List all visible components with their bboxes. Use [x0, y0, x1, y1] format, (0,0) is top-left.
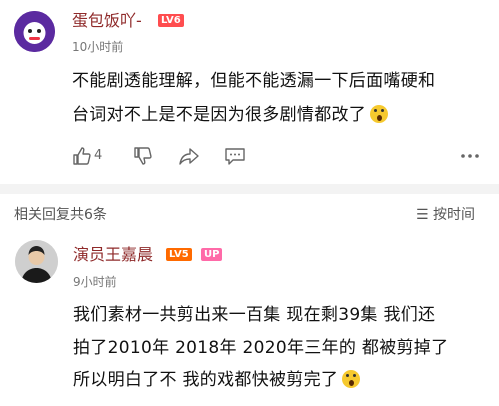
like-count: 4	[94, 148, 103, 163]
comment-text-line: 不能剧透能理解，但能不能透漏一下后面嘴硬和	[72, 71, 436, 91]
crying-shocked-emoji-icon	[342, 370, 361, 388]
avatar[interactable]	[14, 11, 55, 52]
section-divider	[0, 184, 499, 194]
level-badge: LV6	[158, 14, 184, 27]
comment-timestamp: 10小时前	[72, 40, 124, 54]
shocked-emoji-icon	[370, 105, 389, 123]
replies-count-header: 相关回复共6条	[14, 207, 107, 223]
reply-username[interactable]: 演员王嘉晨	[73, 245, 153, 265]
comment-text-line: 台词对不上是不是因为很多剧情都改了	[72, 101, 389, 129]
sort-label: 按时间	[433, 207, 476, 223]
thumb-up-icon[interactable]	[72, 146, 92, 172]
comment-icon[interactable]	[224, 146, 246, 172]
reply-text-line: 我们素材一共剪出来一百集 现在剩39集 我们还	[73, 305, 436, 325]
more-icon[interactable]	[459, 146, 481, 172]
avatar[interactable]	[15, 240, 58, 283]
sort-icon: ☰	[416, 207, 434, 223]
thumb-down-icon[interactable]	[133, 146, 153, 172]
share-icon[interactable]	[178, 146, 200, 172]
sort-toggle[interactable]: ☰ 按时间	[416, 206, 475, 224]
reply-text-line-content: 所以明白了不 我的戏都快被剪完了	[73, 370, 339, 390]
comment-text-line-content: 台词对不上是不是因为很多剧情都改了	[72, 105, 367, 125]
up-badge: UP	[201, 248, 223, 261]
comment-username[interactable]: 蛋包饭吖-	[72, 11, 142, 31]
reply-text-line: 所以明白了不 我的戏都快被剪完了	[73, 366, 361, 394]
level-badge: LV5	[166, 248, 192, 261]
reply-text-line: 拍了2010年 2018年 2020年三年的 都被剪掉了	[73, 338, 449, 358]
reply-timestamp: 9小时前	[73, 275, 117, 289]
